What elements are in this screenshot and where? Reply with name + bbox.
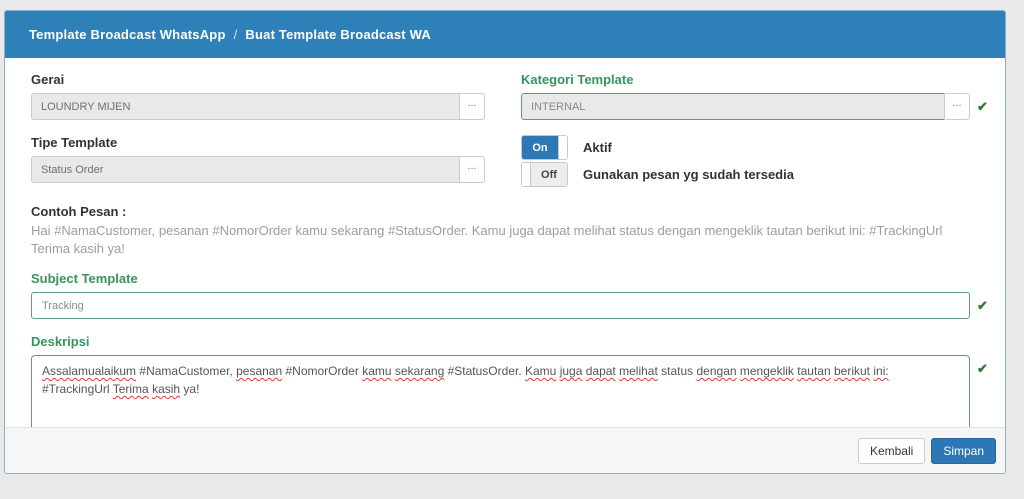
toggle-handle [558,136,567,159]
subject-template-label: Subject Template [31,271,995,286]
breadcrumb-separator: / [234,27,238,42]
kembali-button[interactable]: Kembali [858,438,925,464]
breadcrumb-current: Buat Template Broadcast WA [245,27,431,42]
tipe-lookup-button[interactable]: ... [459,156,485,183]
deskripsi-label: Deskripsi [31,334,995,349]
deskripsi-textarea[interactable]: Assalamualaikum #NamaCustomer, pesanan #… [31,355,970,427]
deskripsi-valid-check-icon: ✔ [977,359,995,379]
gunakan-pesan-toggle[interactable]: Off [521,162,568,187]
aktif-toggle[interactable]: On [521,135,568,160]
toggle-handle [522,163,531,186]
simpan-button[interactable]: Simpan [931,438,996,464]
tipe-input-group: ... [31,156,485,183]
form-footer: Kembali Simpan [5,427,1005,473]
aktif-toggle-caption: Aktif [583,140,612,155]
subject-template-input[interactable] [31,292,970,319]
form-body: Gerai ... Kategori Template ... ✔ [5,58,1005,427]
toggle-off-segment: Off [531,163,567,186]
kategori-input [521,93,944,120]
kategori-valid-check-icon: ✔ [977,93,995,120]
tipe-template-label: Tipe Template [31,135,485,150]
kategori-template-label: Kategori Template [521,72,995,87]
gerai-lookup-button[interactable]: ... [459,93,485,120]
breadcrumb: Template Broadcast WhatsApp / Buat Templ… [5,11,1005,58]
gerai-input [31,93,459,120]
gerai-label: Gerai [31,72,485,87]
subject-valid-check-icon: ✔ [977,292,995,319]
gunakan-pesan-toggle-caption: Gunakan pesan yg sudah tersedia [583,167,794,182]
contoh-pesan-label: Contoh Pesan : [31,204,995,219]
contoh-pesan-text: Hai #NamaCustomer, pesanan #NomorOrder k… [31,222,995,257]
kategori-lookup-button[interactable]: ... [944,93,970,120]
create-template-card: Template Broadcast WhatsApp / Buat Templ… [4,10,1006,474]
gerai-input-group: ... [31,93,485,120]
kategori-input-group: ... [521,93,970,120]
toggle-on-segment: On [522,136,558,159]
breadcrumb-parent-link[interactable]: Template Broadcast WhatsApp [29,27,226,42]
tipe-template-input [31,156,459,183]
